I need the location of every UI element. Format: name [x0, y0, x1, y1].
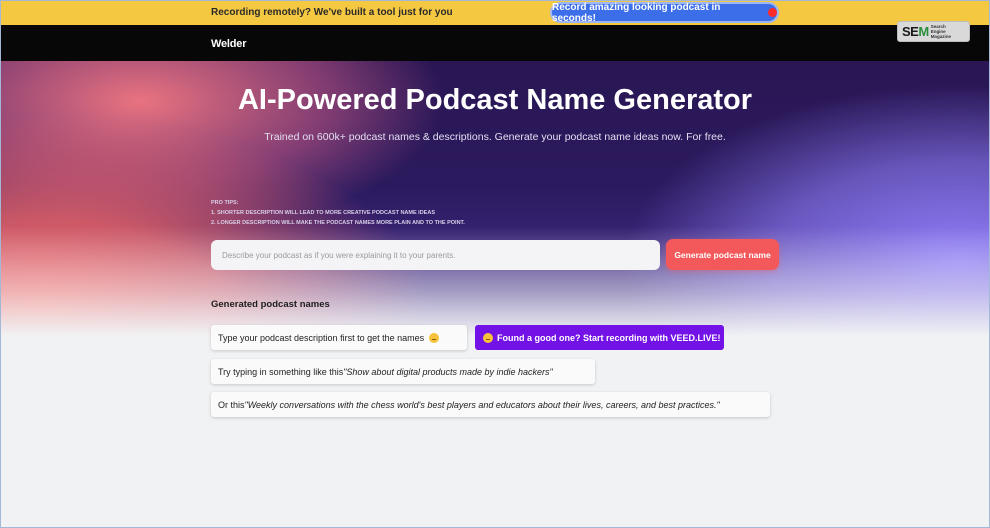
- example-prefix: Try typing in something like this: [218, 366, 344, 377]
- veed-live-button[interactable]: Found a good one? Start recording with V…: [475, 325, 724, 350]
- generated-names-label: Generated podcast names: [211, 299, 330, 310]
- podcast-description-input[interactable]: [211, 240, 660, 270]
- smiley-emoji-icon: [429, 332, 440, 343]
- sem-watermark: SEM Search Engine Magazine: [897, 21, 970, 42]
- example-quote: "Show about digital products made by ind…: [343, 366, 553, 377]
- generate-podcast-name-button[interactable]: Generate podcast name: [666, 239, 779, 270]
- pro-tip-item: 2. LONGER DESCRIPTION WILL MAKE THE PODC…: [211, 220, 465, 226]
- example-chip[interactable]: Or this "Weekly conversations with the c…: [211, 392, 770, 417]
- pro-tips: PRO TIPS: 1. SHORTER DESCRIPTION WILL LE…: [211, 198, 465, 228]
- announcement-text: Recording remotely? We've built a tool j…: [211, 7, 453, 18]
- example-chip[interactable]: Try typing in something like this "Show …: [211, 359, 595, 384]
- record-podcast-cta-button[interactable]: Record amazing looking podcast in second…: [550, 1, 779, 24]
- veed-live-label: Found a good one? Start recording with V…: [497, 332, 721, 343]
- cta-label: Record amazing looking podcast in second…: [552, 1, 721, 24]
- example-quote: "Weekly conversations with the chess wor…: [244, 399, 720, 410]
- thinking-emoji-icon: [483, 332, 493, 343]
- welder-logo[interactable]: Welder: [211, 38, 246, 50]
- example-prefix: Or this: [218, 399, 245, 410]
- pro-tip-item: 1. SHORTER DESCRIPTION WILL LEAD TO MORE…: [211, 210, 435, 216]
- announcement-bar: Recording remotely? We've built a tool j…: [0, 0, 990, 25]
- record-dot-icon: [768, 8, 777, 17]
- hint-text: Type your podcast description first to g…: [218, 332, 425, 343]
- navbar: Welder: [0, 25, 990, 61]
- page-subtitle: Trained on 600k+ podcast names & descrip…: [264, 131, 726, 143]
- pro-tips-heading: PRO TIPS:: [211, 200, 239, 206]
- page-title: AI-Powered Podcast Name Generator: [237, 84, 753, 116]
- sem-logo-subtext: Search Engine Magazine: [930, 24, 951, 39]
- hint-chip: Type your podcast description first to g…: [211, 325, 467, 350]
- sem-logo-text: SEM: [902, 24, 929, 39]
